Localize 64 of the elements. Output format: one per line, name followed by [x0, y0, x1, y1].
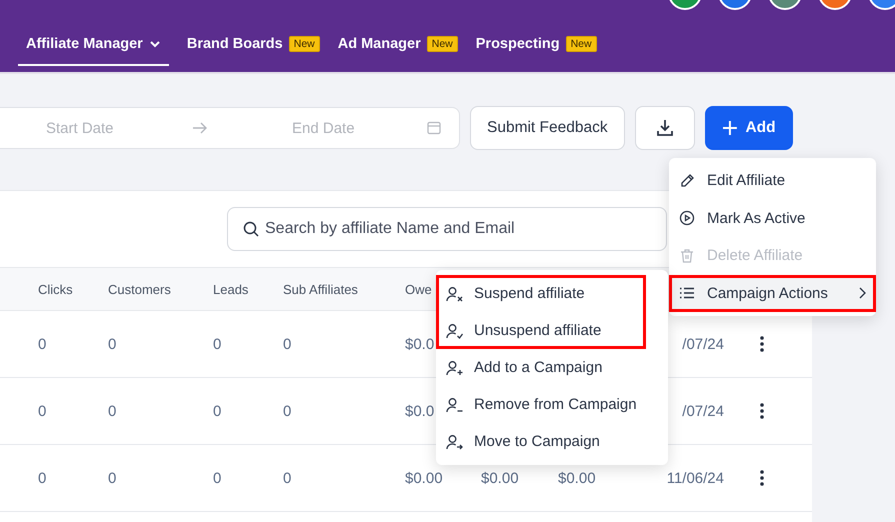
nav-tab[interactable]: Ad Manager New: [338, 30, 458, 66]
table-cell: 0: [38, 336, 46, 352]
new-badge: New: [566, 36, 597, 52]
column-header: Clicks: [38, 282, 73, 296]
menu-item[interactable]: Remove from Campaign: [436, 386, 668, 423]
search-icon: [243, 221, 259, 237]
trash-icon: [679, 248, 695, 264]
table-cell: 11/06/24: [666, 470, 724, 486]
menu-item[interactable]: Suspend affiliate: [436, 275, 646, 312]
nav-tab[interactable]: Brand Boards New: [186, 30, 320, 66]
table-cell: 0: [213, 470, 222, 486]
more-options-icon[interactable]: [760, 470, 764, 486]
submit-feedback-button[interactable]: Submit Feedback: [470, 106, 625, 150]
download-icon: [654, 118, 675, 138]
table-cell: /07/24: [682, 336, 724, 352]
column-header: Customers: [108, 282, 171, 296]
list-icon: [679, 285, 695, 302]
menu-item[interactable]: Campaign Actions: [669, 274, 876, 312]
table-cell: 0: [108, 470, 116, 486]
nav-tab[interactable]: Affiliate Manager: [18, 30, 169, 66]
table-cell: 0: [108, 402, 116, 420]
calendar-icon: [427, 121, 441, 135]
end-date-placeholder: End Date: [292, 120, 356, 136]
play-circle-icon: [679, 210, 695, 226]
column-header: Owe: [405, 282, 432, 296]
new-badge: New: [288, 36, 320, 52]
menu-item[interactable]: Edit Affiliate: [669, 162, 876, 200]
table-cell: 0: [38, 402, 46, 420]
menu-item[interactable]: Mark As Active: [669, 200, 876, 237]
column-header: Sub Affiliates: [283, 282, 358, 296]
table-cell: 0: [213, 402, 222, 420]
new-badge: New: [426, 36, 458, 52]
table-cell: $0.00: [481, 470, 519, 486]
user-minus-icon: [446, 396, 464, 412]
table-cell: /07/24: [682, 402, 724, 420]
table-cell: 0: [283, 470, 292, 486]
search-field[interactable]: Search by affiliate Name and Email: [227, 207, 667, 251]
table-cell: 0: [283, 336, 292, 352]
nav-tab[interactable]: Prospecting New: [476, 30, 597, 66]
table-cell: $0.00: [558, 470, 596, 486]
column-header: Leads: [213, 282, 248, 296]
start-date-placeholder: Start Date: [46, 120, 115, 136]
pencil-icon: [679, 172, 695, 189]
user-cross-icon: [446, 286, 464, 302]
table-cell: $0.0: [405, 402, 434, 420]
plus-icon: [722, 120, 738, 136]
table-cell: $0.0: [405, 336, 434, 352]
table-cell: 0: [108, 336, 116, 352]
chevron-right-icon: [858, 287, 866, 300]
user-check-icon: [446, 322, 464, 338]
menu-item[interactable]: Unsuspend affiliate: [436, 312, 646, 349]
table-cell: $0.00: [405, 470, 443, 486]
add-button[interactable]: Add: [704, 106, 793, 150]
user-arrow-icon: [446, 434, 464, 450]
download-button[interactable]: [634, 106, 695, 150]
table-cell: 0: [213, 336, 222, 352]
arrow-right-icon: [192, 122, 208, 134]
user-plus-icon: [446, 360, 464, 376]
more-options-icon[interactable]: [760, 336, 764, 352]
table-cell: 0: [38, 470, 46, 486]
menu-item[interactable]: Move to Campaign: [436, 423, 668, 460]
menu-item[interactable]: Add to a Campaign: [436, 349, 668, 386]
table-cell: 0: [283, 402, 292, 420]
more-options-icon[interactable]: [760, 403, 764, 419]
